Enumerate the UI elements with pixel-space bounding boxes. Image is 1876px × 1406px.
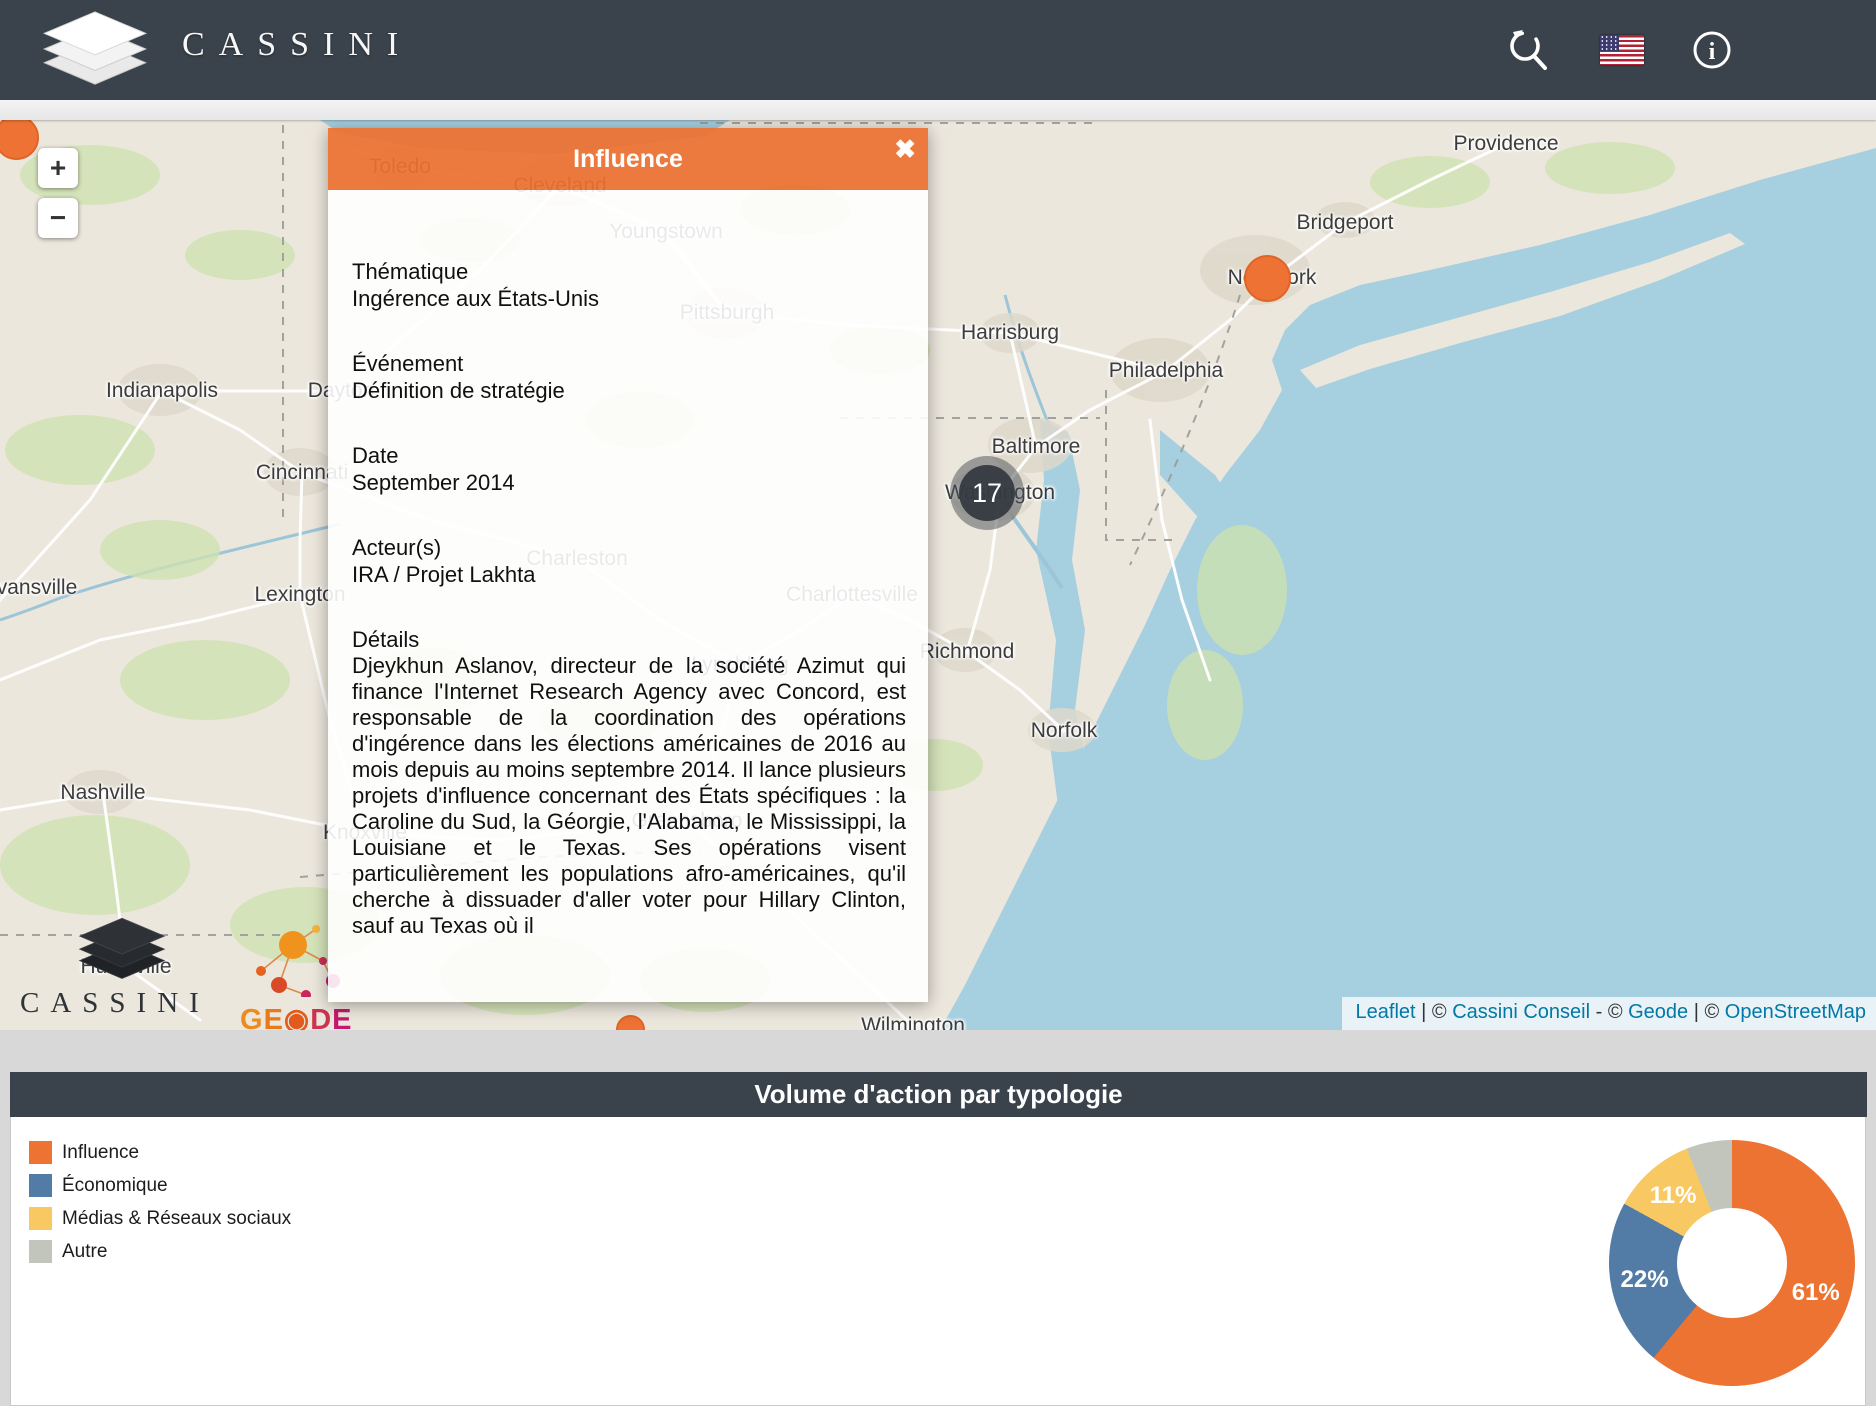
legend-label: Autre xyxy=(62,1241,107,1263)
popup-field-value: September 2014 xyxy=(352,469,906,496)
city-label: Indianapolis xyxy=(106,379,218,403)
svg-text:i: i xyxy=(1709,39,1716,65)
cassini-layers-logo-icon xyxy=(36,8,154,92)
legend-swatch xyxy=(29,1174,52,1197)
chart-legend: Influence Économique Médias & Réseaux soci… xyxy=(29,1136,291,1268)
close-icon[interactable]: ✖ xyxy=(894,134,916,164)
search-icon[interactable] xyxy=(1499,22,1555,78)
city-label: Nashville xyxy=(60,781,145,805)
popup-field-value: Djeykhun Aslanov, directeur de la sociét… xyxy=(352,653,906,939)
city-label: Richmond xyxy=(920,640,1015,664)
map-attribution: Leaflet | © Cassini Conseil - © Geode | … xyxy=(1342,997,1876,1030)
donut-chart[interactable]: 61% 22% 11% xyxy=(1609,1140,1855,1386)
cluster-count: 17 xyxy=(959,465,1015,521)
attribution-link[interactable]: Cassini Conseil xyxy=(1452,1001,1590,1023)
info-icon[interactable]: i xyxy=(1684,22,1740,78)
geode-letter: D xyxy=(310,1004,332,1030)
popup-field: DétailsDjeykhun Aslanov, directeur de la… xyxy=(352,626,906,939)
attribution-text: | © xyxy=(1416,1001,1453,1023)
popup-field: Acteur(s)IRA / Projet Lakhta xyxy=(352,534,906,588)
city-label: Baltimore xyxy=(992,435,1081,459)
popup-title: Influence xyxy=(573,145,683,174)
geode-letter: ◉ xyxy=(284,1004,310,1030)
attribution-text: - © xyxy=(1590,1001,1628,1023)
popup-field-label: Date xyxy=(352,442,906,469)
city-label: Providence xyxy=(1453,132,1558,156)
city-label: Norfolk xyxy=(1031,719,1098,743)
popup-field: DateSeptember 2014 xyxy=(352,442,906,496)
event-marker[interactable] xyxy=(1244,255,1291,302)
map-viewport[interactable]: ToledoClevelandYoungstownPittsburghProvi… xyxy=(0,120,1876,1030)
popup-field: ÉvénementDéfinition de stratégie xyxy=(352,350,906,404)
geode-letter: E xyxy=(332,1004,352,1030)
popup-body: ThématiqueIngérence aux États-Unis Événem… xyxy=(328,190,928,1002)
attribution-link[interactable]: Geode xyxy=(1628,1001,1688,1023)
geode-letter: G xyxy=(240,1004,264,1030)
legend-label: Influence xyxy=(62,1142,139,1164)
popup-field-label: Détails xyxy=(352,626,906,653)
popup-header: Influence ✖ xyxy=(328,128,928,190)
zoom-out-button[interactable]: − xyxy=(38,198,78,238)
map-tiles xyxy=(0,120,1876,1030)
navbar: CASSINI i xyxy=(0,0,1876,100)
attribution-text: | © xyxy=(1688,1001,1725,1023)
toolbar-strip xyxy=(0,100,1876,120)
zoom-control: + − xyxy=(38,148,78,248)
legend-swatch xyxy=(29,1207,52,1230)
popup-field-label: Thématique xyxy=(352,258,906,285)
zoom-in-button[interactable]: + xyxy=(38,148,78,188)
popup-field: ThématiqueIngérence aux États-Unis xyxy=(352,258,906,312)
marker-cluster[interactable]: 17 xyxy=(950,456,1024,530)
city-label: Philadelphia xyxy=(1109,359,1223,383)
attribution-link[interactable]: OpenStreetMap xyxy=(1725,1001,1866,1023)
attribution-link[interactable]: Leaflet xyxy=(1356,1001,1416,1023)
legend-item[interactable]: Médias & Réseaux sociaux xyxy=(29,1202,291,1235)
popup-field-label: Acteur(s) xyxy=(352,534,906,561)
brand-title: CASSINI xyxy=(182,26,412,64)
legend-item[interactable]: Influence xyxy=(29,1136,291,1169)
application-window: CASSINI i xyxy=(0,0,1876,1406)
city-label: Bridgeport xyxy=(1297,211,1394,235)
popup-field-value: Définition de stratégie xyxy=(352,377,906,404)
donut-percent-label: 61% xyxy=(1792,1279,1840,1307)
event-popup: Influence ✖ ThématiqueIngérence aux État… xyxy=(328,128,928,1002)
popup-field-label: Événement xyxy=(352,350,906,377)
chart-panel: Volume d'action par typologie Influence É… xyxy=(10,1072,1866,1406)
geode-letter: E xyxy=(264,1004,284,1030)
legend-item[interactable]: Autre xyxy=(29,1235,291,1268)
cassini-watermark: CASSINI xyxy=(20,915,210,1020)
us-flag-icon[interactable] xyxy=(1594,22,1650,78)
legend-item[interactable]: Économique xyxy=(29,1169,291,1202)
donut-hole xyxy=(1677,1208,1787,1318)
city-label: Harrisburg xyxy=(961,321,1059,345)
donut-percent-label: 11% xyxy=(1650,1182,1697,1210)
legend-swatch xyxy=(29,1240,52,1263)
legend-swatch xyxy=(29,1141,52,1164)
cassini-watermark-text: CASSINI xyxy=(20,987,210,1020)
popup-field-value: Ingérence aux États-Unis xyxy=(352,285,906,312)
legend-label: Économique xyxy=(62,1175,168,1197)
legend-label: Médias & Réseaux sociaux xyxy=(62,1208,291,1230)
city-label: Wilmington xyxy=(861,1014,965,1030)
chart-panel-title: Volume d'action par typologie xyxy=(10,1072,1867,1117)
cassini-layers-dark-icon xyxy=(72,915,172,985)
donut-percent-label: 22% xyxy=(1621,1266,1669,1294)
city-label: Evansville xyxy=(0,576,77,600)
popup-field-value: IRA / Projet Lakhta xyxy=(352,561,906,588)
geode-logo-text: GE◉DE xyxy=(240,1002,353,1030)
